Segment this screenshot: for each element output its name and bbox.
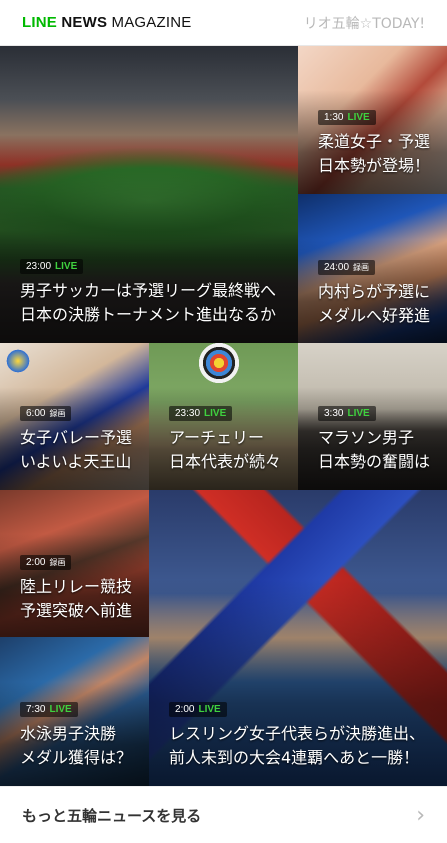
live-badge: LIVE xyxy=(347,112,370,123)
broadcast-time: 2:00 xyxy=(175,704,195,715)
news-tile-marathon[interactable]: 3:30 LIVE マラソン男子 日本勢の奮闘は xyxy=(298,343,447,490)
news-tile-archery[interactable]: 23:30 LIVE アーチェリー 日本代表が続々 xyxy=(149,343,298,490)
recorded-badge: 録画 xyxy=(49,558,66,567)
news-tile-relay[interactable]: 2:00 録画 陸上リレー競技 予選突破へ前進 xyxy=(0,490,149,637)
brand-logo[interactable]: LINE NEWS MAGAZINE xyxy=(22,14,191,31)
brand-news: NEWS xyxy=(61,14,108,31)
broadcast-meta: 6:00 録画 xyxy=(20,406,72,421)
broadcast-time: 2:00 xyxy=(26,557,46,568)
news-tile-grid: 23:00 LIVE 男子サッカーは予選リーグ最終戦へ 日本の決勝トーナメント進… xyxy=(0,46,447,786)
broadcast-meta: 2:00 録画 xyxy=(20,555,72,570)
recorded-badge: 録画 xyxy=(49,409,66,418)
news-tile-judo[interactable]: 1:30 LIVE 柔道女子・予選 日本勢が登場！ xyxy=(298,46,447,194)
broadcast-time: 23:00 xyxy=(26,261,52,272)
section-title: リオ五輪☆TODAY! xyxy=(303,15,425,32)
broadcast-time: 3:30 xyxy=(324,408,344,419)
more-news-label: もっと五輪ニュースを見る xyxy=(22,806,202,825)
broadcast-time: 23:30 xyxy=(175,408,201,419)
broadcast-time: 24:00 xyxy=(324,262,350,273)
live-badge: LIVE xyxy=(204,408,227,419)
brand-line: LINE xyxy=(22,14,57,31)
more-olympics-news-link[interactable]: もっと五輪ニュースを見る › xyxy=(0,786,447,843)
news-headline: 水泳男子決勝 メダル獲得は？ xyxy=(20,724,133,767)
news-headline: 陸上リレー競技 予選突破へ前進 xyxy=(20,577,133,620)
news-tile-swimming[interactable]: 7:30 LIVE 水泳男子決勝 メダル獲得は？ xyxy=(0,637,149,786)
news-headline: アーチェリー 日本代表が続々 xyxy=(169,428,282,471)
news-tile-gymnastics[interactable]: 24:00 録画 内村らが予選に メダルへ好発進 xyxy=(298,194,447,343)
news-headline: 女子バレー予選 いよいよ天王山 xyxy=(20,428,133,471)
broadcast-meta: 3:30 LIVE xyxy=(318,406,376,421)
live-badge: LIVE xyxy=(55,261,78,272)
recorded-badge: 録画 xyxy=(353,263,370,272)
news-headline: マラソン男子 日本勢の奮闘は xyxy=(318,428,431,471)
live-badge: LIVE xyxy=(49,704,72,715)
broadcast-meta: 24:00 録画 xyxy=(318,260,376,275)
broadcast-meta: 23:00 LIVE xyxy=(20,259,84,274)
news-tile-football[interactable]: 23:00 LIVE 男子サッカーは予選リーグ最終戦へ 日本の決勝トーナメント進… xyxy=(0,46,298,343)
broadcast-meta: 23:30 LIVE xyxy=(169,406,233,421)
header: LINE NEWS MAGAZINE リオ五輪☆TODAY! xyxy=(0,0,447,46)
news-headline: レスリング女子代表らが決勝進出、 前人未到の大会4連覇へあと一勝！ xyxy=(169,724,426,767)
broadcast-time: 6:00 xyxy=(26,408,46,419)
news-headline: 内村らが予選に メダルへ好発進 xyxy=(318,282,431,325)
live-badge: LIVE xyxy=(347,408,370,419)
news-headline: 柔道女子・予選 日本勢が登場！ xyxy=(318,132,431,175)
news-headline: 男子サッカーは予選リーグ最終戦へ 日本の決勝トーナメント進出なるか xyxy=(20,281,277,324)
news-tile-volleyball[interactable]: 6:00 録画 女子バレー予選 いよいよ天王山 xyxy=(0,343,149,490)
broadcast-time: 7:30 xyxy=(26,704,46,715)
chevron-right-icon: › xyxy=(416,802,425,828)
brand-magazine: MAGAZINE xyxy=(111,14,192,31)
broadcast-meta: 7:30 LIVE xyxy=(20,702,78,717)
live-badge: LIVE xyxy=(198,704,221,715)
broadcast-meta: 1:30 LIVE xyxy=(318,110,376,125)
broadcast-meta: 2:00 LIVE xyxy=(169,702,227,717)
broadcast-time: 1:30 xyxy=(324,112,344,123)
news-tile-wrestling[interactable]: 2:00 LIVE レスリング女子代表らが決勝進出、 前人未到の大会4連覇へあと… xyxy=(149,490,447,786)
